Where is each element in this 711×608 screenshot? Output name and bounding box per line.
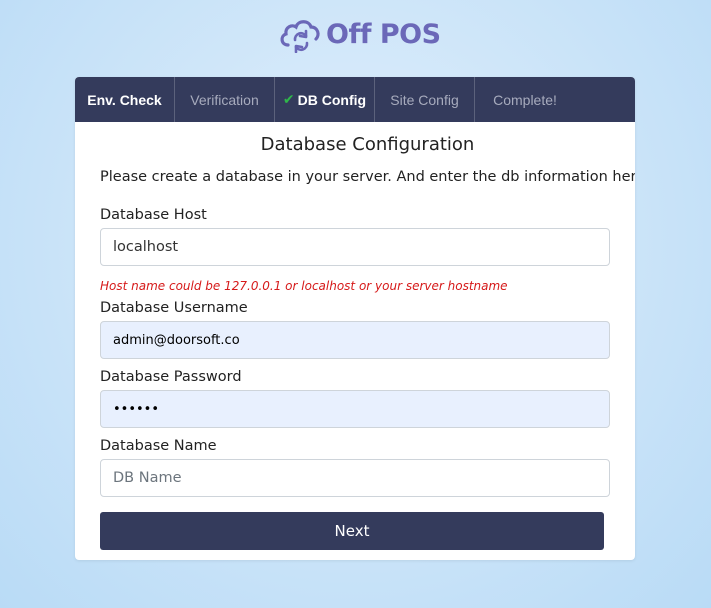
username-label: Database Username <box>100 300 248 316</box>
intro-text: Please create a database in your server.… <box>100 169 635 185</box>
check-icon: ✔ <box>282 91 295 107</box>
tab-complete[interactable]: Complete! <box>475 77 575 122</box>
tab-label: Complete! <box>493 91 557 108</box>
wizard-steps: Env. Check Verification ✔ DB Config Site… <box>75 77 635 122</box>
tab-db-config[interactable]: ✔ DB Config <box>275 77 375 122</box>
database-username-input[interactable] <box>100 321 610 359</box>
tab-label: Site Config <box>390 91 459 108</box>
brand-name: Off POS <box>326 18 441 50</box>
dbname-label: Database Name <box>100 438 217 454</box>
brand-logo: Off POS <box>278 14 441 54</box>
host-hint: Host name could be 127.0.0.1 or localhos… <box>100 279 508 293</box>
database-password-input[interactable] <box>100 390 610 428</box>
password-label: Database Password <box>100 369 242 385</box>
host-label: Database Host <box>100 207 207 223</box>
tab-label: Env. Check <box>87 91 162 108</box>
tab-label: DB Config <box>297 91 367 108</box>
install-wizard-card: Env. Check Verification ✔ DB Config Site… <box>75 77 635 560</box>
tab-site-config[interactable]: Site Config <box>375 77 475 122</box>
next-button[interactable]: Next <box>100 512 604 550</box>
database-host-input[interactable] <box>100 228 610 266</box>
cloud-sync-icon <box>280 20 320 53</box>
page-title: Database Configuration <box>260 134 475 155</box>
tab-label: Verification <box>190 91 259 108</box>
database-name-input[interactable] <box>100 459 610 497</box>
tab-verification[interactable]: Verification <box>175 77 275 122</box>
tab-env-check[interactable]: Env. Check <box>75 77 175 122</box>
